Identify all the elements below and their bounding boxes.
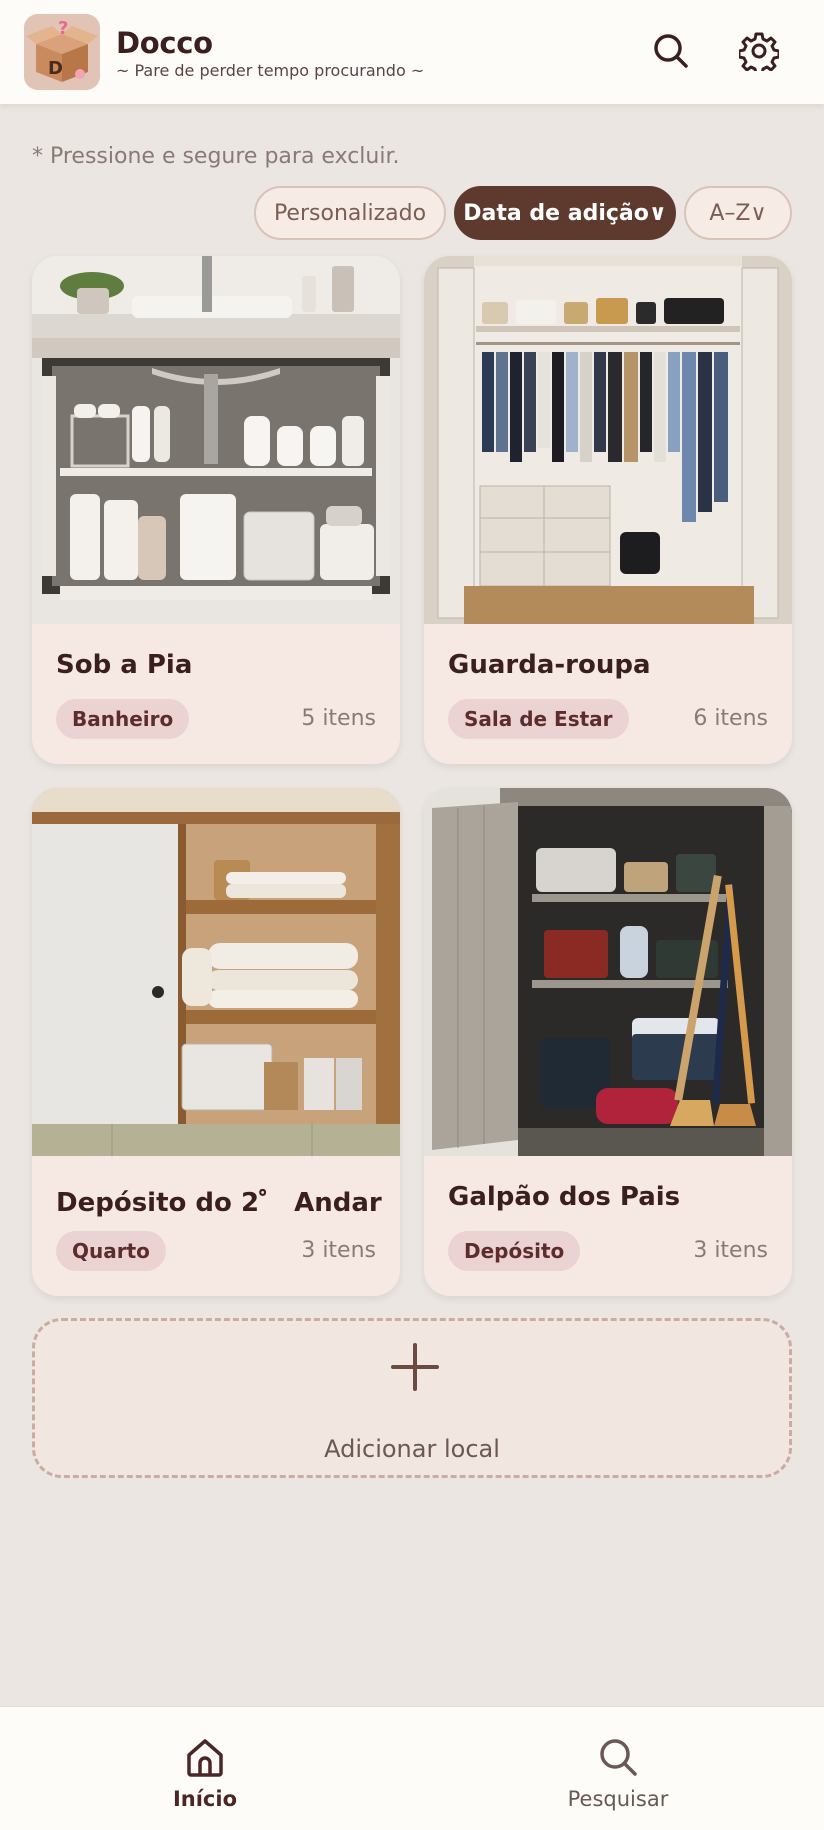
location-name: Galpão dos Pais — [448, 1182, 681, 1212]
bottom-navigation: Início Pesquisar — [0, 1706, 824, 1830]
nav-home-tab[interactable]: Início — [150, 1735, 260, 1815]
nav-search-label: Pesquisar — [567, 1787, 669, 1811]
location-item-count: 6 itens — [693, 706, 768, 731]
app-tagline: ~ Pare de perder tempo procurando ~ — [116, 61, 425, 80]
gear-icon — [739, 32, 779, 71]
location-photo — [424, 256, 792, 624]
location-card[interactable]: Galpão dos Pais Depósito 3 itens — [424, 788, 792, 1296]
location-tag: Sala de Estar — [448, 699, 629, 739]
delete-hint: * Pressione e segure para excluir. — [32, 144, 400, 169]
home-icon — [187, 1739, 223, 1777]
location-name: Depósito do 2゜ Andar — [56, 1188, 382, 1218]
add-location-label: Adicionar local — [324, 1435, 500, 1463]
location-item-count: 5 itens — [301, 706, 376, 731]
location-name: Sob a Pia — [56, 650, 193, 680]
location-tag: Quarto — [56, 1231, 166, 1271]
sort-custom-chip[interactable]: Personalizado — [254, 186, 446, 240]
location-item-count: 3 itens — [693, 1238, 768, 1263]
location-item-count: 3 itens — [301, 1238, 376, 1263]
search-icon — [600, 1739, 637, 1776]
app-logo: D ? — [24, 14, 100, 90]
location-card[interactable]: Depósito do 2゜ Andar Quarto 3 itens — [32, 788, 400, 1296]
location-photo — [424, 788, 792, 1156]
sort-az-chip[interactable]: A–Z∨ — [684, 186, 792, 240]
plus-icon — [391, 1343, 439, 1391]
search-icon — [654, 34, 688, 68]
nav-search-tab[interactable]: Pesquisar — [560, 1735, 676, 1815]
add-location-button[interactable]: Adicionar local — [32, 1318, 792, 1478]
location-card[interactable]: Sob a Pia Banheiro 5 itens — [32, 256, 400, 764]
location-photo — [32, 256, 400, 624]
app-title: Docco — [116, 26, 213, 60]
app-header: D ? Docco ~ Pare de perder tempo procura… — [0, 0, 824, 104]
header-search-button[interactable] — [646, 26, 696, 76]
location-tag: Banheiro — [56, 699, 190, 739]
location-name: Guarda-roupa — [448, 650, 651, 680]
svg-text:?: ? — [58, 18, 68, 39]
nav-home-label: Início — [172, 1787, 238, 1811]
sort-date-chip[interactable]: Data de adição∨ — [454, 186, 676, 240]
svg-text:D: D — [48, 58, 63, 79]
location-photo — [32, 788, 400, 1156]
location-tag: Depósito — [448, 1231, 581, 1271]
location-card[interactable]: Guarda-roupa Sala de Estar 6 itens — [424, 256, 792, 764]
settings-button[interactable] — [734, 26, 784, 76]
